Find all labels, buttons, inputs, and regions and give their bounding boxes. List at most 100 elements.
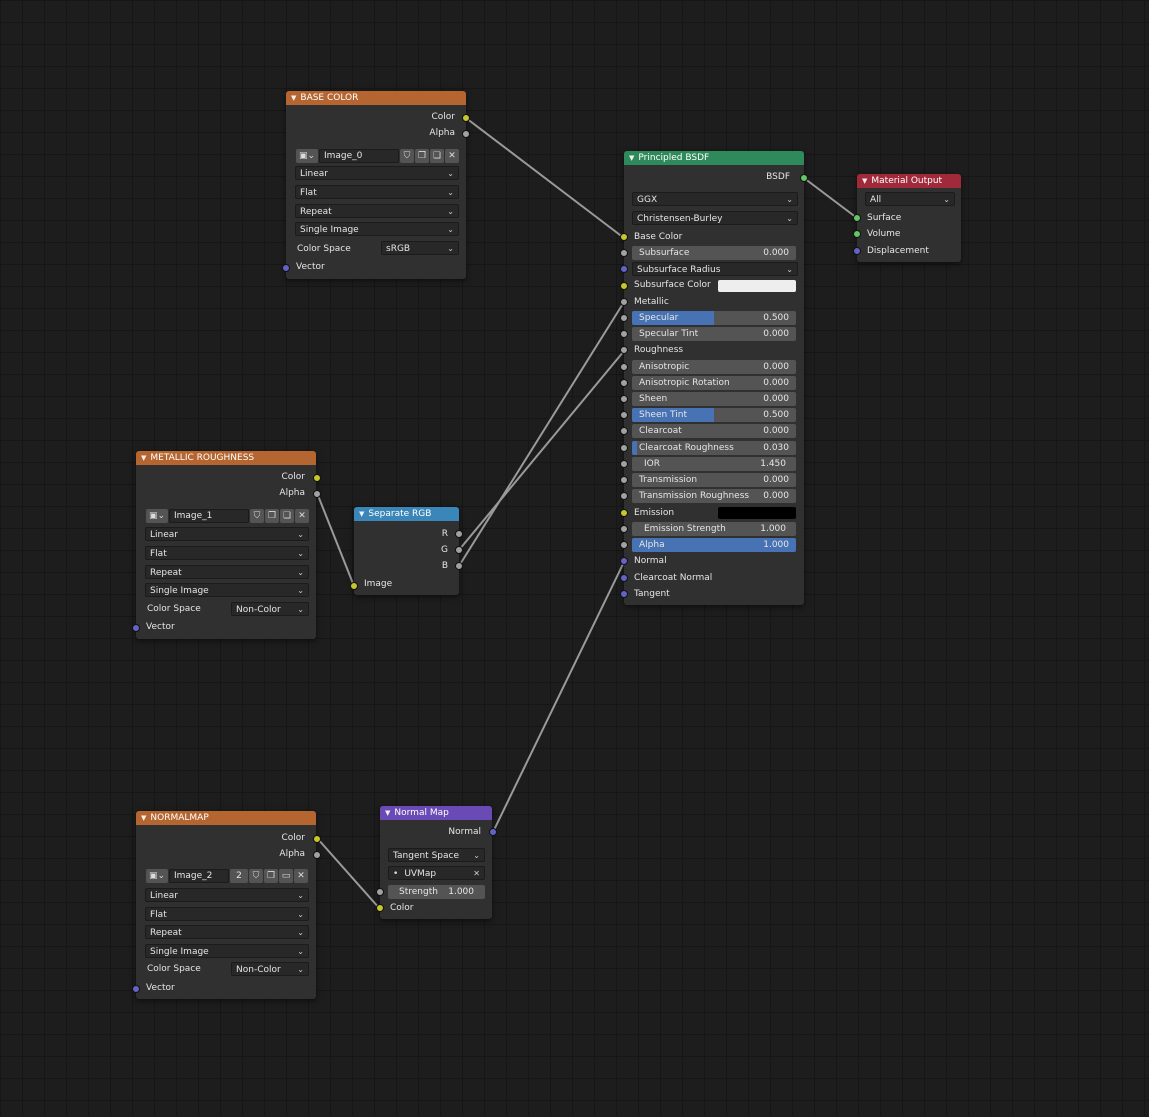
- anisotropic-rotation-field[interactable]: Anisotropic Rotation 0.000: [632, 376, 796, 390]
- subsurface-field[interactable]: Subsurface 0.000: [632, 246, 796, 260]
- emission-strength-field[interactable]: Emission Strength 1.000: [632, 522, 796, 536]
- ior-socket[interactable]: [620, 460, 628, 468]
- interpolation-dropdown[interactable]: Linear ⌄: [145, 527, 309, 541]
- collapse-arrow-icon[interactable]: ▼: [359, 510, 364, 518]
- clearcoat-socket[interactable]: [620, 427, 628, 435]
- fake-user-button[interactable]: ⛉: [250, 509, 264, 523]
- open-image-button[interactable]: ❏: [430, 149, 444, 163]
- normalmap-vector-socket[interactable]: [132, 985, 140, 993]
- volume-socket[interactable]: [853, 230, 861, 238]
- node-material-output[interactable]: ▼ Material Output All ⌄ Surface Volume Di…: [857, 174, 961, 262]
- separate-g-socket[interactable]: [455, 546, 463, 554]
- transmission-roughness-field[interactable]: Transmission Roughness 0.000: [632, 489, 796, 503]
- subsurface-method-dropdown[interactable]: Christensen-Burley ⌄: [632, 211, 798, 225]
- alpha-field[interactable]: Alpha 1.000: [632, 538, 796, 552]
- user-count-button[interactable]: 2: [230, 869, 248, 883]
- clearcoat-normal-socket[interactable]: [620, 574, 628, 582]
- node-base-color[interactable]: ▼ BASE COLOR Color Alpha ▣⌄ Image_0 ⛉ ❐ …: [286, 91, 466, 279]
- collapse-arrow-icon[interactable]: ▼: [385, 809, 390, 817]
- specular-tint-field[interactable]: Specular Tint 0.000: [632, 327, 796, 341]
- specular-field[interactable]: Specular 0.500: [632, 311, 796, 325]
- emission-socket[interactable]: [620, 509, 628, 517]
- duplicate-image-button[interactable]: ❐: [415, 149, 429, 163]
- subsurface-color-socket[interactable]: [620, 282, 628, 290]
- emission-strength-socket[interactable]: [620, 525, 628, 533]
- node-metallic-roughness[interactable]: ▼ METALLIC ROUGHNESS Color Alpha ▣⌄ Imag…: [136, 451, 316, 639]
- projection-dropdown[interactable]: Flat ⌄: [145, 546, 309, 560]
- projection-dropdown[interactable]: Flat ⌄: [145, 907, 309, 921]
- clearcoat-field[interactable]: Clearcoat 0.000: [632, 424, 796, 438]
- source-dropdown[interactable]: Single Image ⌄: [295, 222, 459, 236]
- node-principled-bsdf[interactable]: ▼ Principled BSDF BSDF GGX ⌄ Christensen-…: [624, 151, 804, 605]
- unlink-image-button[interactable]: ✕: [295, 509, 309, 523]
- separate-b-socket[interactable]: [455, 562, 463, 570]
- surface-socket[interactable]: [853, 214, 861, 222]
- node-header[interactable]: ▼ Principled BSDF: [624, 151, 804, 165]
- collapse-arrow-icon[interactable]: ▼: [291, 94, 296, 102]
- anisotropic-socket[interactable]: [620, 363, 628, 371]
- normal-map-output-socket[interactable]: [489, 828, 497, 836]
- ior-field[interactable]: IOR 1.450: [632, 457, 796, 471]
- collapse-arrow-icon[interactable]: ▼: [862, 177, 867, 185]
- node-header[interactable]: ▼ Normal Map: [380, 806, 492, 820]
- unlink-image-button[interactable]: ✕: [445, 149, 459, 163]
- tangent-socket[interactable]: [620, 590, 628, 598]
- extension-dropdown[interactable]: Repeat ⌄: [145, 565, 309, 579]
- image-selector[interactable]: ▣⌄ Image_2 2 ⛉ ❐ ▭ ✕: [146, 869, 310, 883]
- close-icon[interactable]: ✕: [473, 867, 480, 879]
- sheen-field[interactable]: Sheen 0.000: [632, 392, 796, 406]
- distribution-dropdown[interactable]: GGX ⌄: [632, 192, 798, 206]
- normal-map-strength-socket[interactable]: [376, 888, 384, 896]
- sheen-tint-socket[interactable]: [620, 411, 628, 419]
- separate-image-socket[interactable]: [350, 582, 358, 590]
- collapse-arrow-icon[interactable]: ▼: [629, 154, 634, 162]
- node-header[interactable]: ▼ Material Output: [857, 174, 961, 188]
- image-browse-button[interactable]: ▣⌄: [146, 869, 168, 883]
- uv-map-field[interactable]: • UVMap ✕: [388, 866, 485, 880]
- sheen-tint-field[interactable]: Sheen Tint 0.500: [632, 408, 796, 422]
- metallic-roughness-vector-socket[interactable]: [132, 624, 140, 632]
- normalmap-alpha-socket[interactable]: [313, 851, 321, 859]
- separate-r-socket[interactable]: [455, 530, 463, 538]
- normalmap-color-socket[interactable]: [313, 835, 321, 843]
- image-name-field[interactable]: Image_2: [169, 869, 229, 883]
- fake-user-button[interactable]: ⛉: [249, 869, 263, 883]
- collapse-arrow-icon[interactable]: ▼: [141, 814, 146, 822]
- roughness-socket[interactable]: [620, 346, 628, 354]
- subsurface-color-swatch[interactable]: [718, 280, 796, 292]
- normal-map-color-socket[interactable]: [376, 904, 384, 912]
- normal-socket[interactable]: [620, 557, 628, 565]
- subsurface-radius-socket[interactable]: [620, 265, 628, 273]
- transmission-socket[interactable]: [620, 476, 628, 484]
- transmission-roughness-socket[interactable]: [620, 492, 628, 500]
- alpha-socket[interactable]: [620, 541, 628, 549]
- open-image-button[interactable]: ❏: [280, 509, 294, 523]
- base-color-vector-socket[interactable]: [282, 264, 290, 272]
- sheen-socket[interactable]: [620, 395, 628, 403]
- image-selector[interactable]: ▣⌄ Image_0 ⛉ ❐ ❏ ✕: [296, 149, 460, 163]
- clearcoat-roughness-field[interactable]: Clearcoat Roughness 0.030: [632, 441, 796, 455]
- extension-dropdown[interactable]: Repeat ⌄: [295, 204, 459, 218]
- base-color-alpha-socket[interactable]: [462, 130, 470, 138]
- unlink-image-button[interactable]: ✕: [294, 869, 308, 883]
- base-color-input-socket[interactable]: [620, 233, 628, 241]
- strength-field[interactable]: Strength 1.000: [388, 885, 485, 899]
- source-dropdown[interactable]: Single Image ⌄: [145, 944, 309, 958]
- extension-dropdown[interactable]: Repeat ⌄: [145, 925, 309, 939]
- duplicate-image-button[interactable]: ❐: [264, 869, 278, 883]
- subsurface-radius-dropdown[interactable]: Subsurface Radius ⌄: [632, 262, 798, 276]
- displacement-socket[interactable]: [853, 247, 861, 255]
- metallic-socket[interactable]: [620, 298, 628, 306]
- color-space-dropdown[interactable]: Non-Color ⌄: [231, 962, 309, 976]
- metallic-roughness-alpha-socket[interactable]: [313, 490, 321, 498]
- node-header[interactable]: ▼ BASE COLOR: [286, 91, 466, 105]
- subsurface-socket[interactable]: [620, 249, 628, 257]
- target-dropdown[interactable]: All ⌄: [865, 192, 955, 206]
- node-header[interactable]: ▼ NORMALMAP: [136, 811, 316, 825]
- emission-color-swatch[interactable]: [718, 507, 796, 519]
- projection-dropdown[interactable]: Flat ⌄: [295, 185, 459, 199]
- image-name-field[interactable]: Image_0: [319, 149, 399, 163]
- node-header[interactable]: ▼ Separate RGB: [354, 507, 459, 521]
- duplicate-image-button[interactable]: ❐: [265, 509, 279, 523]
- transmission-field[interactable]: Transmission 0.000: [632, 473, 796, 487]
